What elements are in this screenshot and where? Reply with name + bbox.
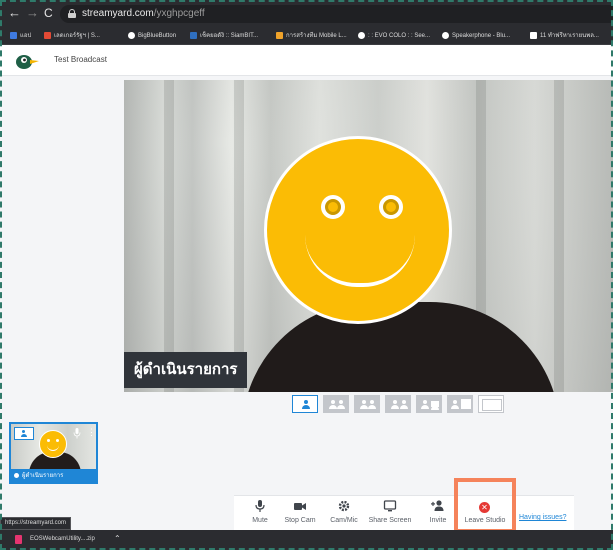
thumbnail-video: ⋮ bbox=[11, 424, 96, 469]
monitor-icon bbox=[383, 500, 397, 512]
status-link-preview: https://streamyard.com bbox=[0, 517, 72, 530]
leave-studio-button[interactable]: ✕ Leave Studio bbox=[454, 478, 516, 533]
globe-icon bbox=[128, 31, 135, 39]
bookmark-label: BigBlueButton bbox=[138, 33, 177, 39]
thumbnail-name-text: ผู้ดำเนินรายการ bbox=[22, 473, 64, 479]
person-icon bbox=[360, 400, 368, 409]
person-icon bbox=[368, 400, 376, 409]
streamyard-logo-icon[interactable] bbox=[14, 52, 40, 70]
url-host: streamyard.com bbox=[82, 8, 154, 19]
cam-mic-settings-button[interactable]: Cam/Mic bbox=[320, 498, 368, 528]
url-text: streamyard.com/yxghpcgeff bbox=[82, 8, 205, 19]
thumbnail-name-label: ผู้ดำเนินรายการ bbox=[11, 470, 96, 482]
person-icon bbox=[391, 400, 399, 409]
smiley-left-eye bbox=[321, 195, 345, 219]
bookmark-7[interactable]: 11 ทำฟรีหาเรายนพล... bbox=[530, 30, 599, 42]
person-icon bbox=[21, 430, 27, 437]
globe-icon bbox=[358, 31, 365, 39]
bookmark-5[interactable]: : : EVO COLO : : See... bbox=[358, 30, 430, 42]
share-screen-button[interactable]: Share Screen bbox=[366, 498, 414, 528]
smiley-right-eye bbox=[379, 195, 403, 219]
layout-thin-button[interactable] bbox=[385, 395, 411, 413]
bookmark-favicon-icon bbox=[44, 31, 51, 39]
mic-icon bbox=[255, 500, 265, 512]
layout-leader-button[interactable] bbox=[354, 395, 380, 413]
layout-solo-button[interactable] bbox=[292, 395, 318, 413]
layout-picture-in-picture-button[interactable] bbox=[416, 395, 442, 413]
address-bar[interactable]: streamyard.com/yxghpcgeff bbox=[60, 5, 613, 23]
leave-studio-label: Leave Studio bbox=[464, 517, 506, 524]
person-icon bbox=[451, 400, 459, 409]
url-path: /yxghpcgeff bbox=[153, 8, 205, 19]
back-arrow-icon[interactable]: ← bbox=[8, 6, 21, 20]
flag-icon bbox=[190, 31, 197, 39]
add-user-icon bbox=[431, 500, 444, 511]
mic-icon[interactable] bbox=[73, 428, 81, 439]
cam-mic-label: Cam/Mic bbox=[330, 517, 358, 524]
main-video-stage: ผู้ดำเนินรายการ bbox=[124, 80, 613, 392]
download-file-name[interactable]: EOSWebcamUtility....zip bbox=[30, 536, 95, 542]
bookmark-3[interactable]: เช็คยอดังิ :: SiamBIT... bbox=[190, 30, 258, 42]
forward-arrow-icon[interactable]: → bbox=[26, 6, 39, 20]
screen-icon bbox=[461, 399, 471, 409]
share-screen-label: Share Screen bbox=[368, 517, 412, 524]
bookmark-4[interactable]: การสร้างทีม Mobile L... bbox=[276, 30, 347, 42]
bookmark-2[interactable]: BigBlueButton bbox=[128, 30, 176, 42]
layout-side-by-side-button[interactable] bbox=[447, 395, 473, 413]
lock-icon bbox=[68, 9, 76, 18]
having-issues-link[interactable]: Having issues? bbox=[519, 514, 566, 521]
more-options-icon[interactable]: ⋮ bbox=[87, 427, 96, 437]
smiley-mouth bbox=[305, 235, 415, 287]
apps-grid-icon bbox=[10, 31, 17, 39]
person-icon bbox=[302, 400, 310, 409]
screen-icon bbox=[431, 401, 439, 410]
bookmark-1[interactable]: เลดเกอร์รัฐฯ | S... bbox=[44, 30, 100, 42]
globe-icon bbox=[442, 31, 449, 39]
camera-icon bbox=[294, 503, 306, 510]
layout-fullscreen-button[interactable] bbox=[478, 395, 504, 413]
browser-toolbar: ← → C streamyard.com/yxghpcgeff bbox=[0, 0, 613, 28]
bookmark-label: การสร้างทีม Mobile L... bbox=[286, 33, 347, 39]
bookmark-apps[interactable]: แอป bbox=[10, 30, 31, 42]
gear-icon bbox=[338, 500, 350, 512]
add-to-stage-button[interactable] bbox=[14, 427, 34, 440]
layout-group-button[interactable] bbox=[323, 395, 349, 413]
person-icon bbox=[329, 400, 337, 409]
person-icon bbox=[337, 400, 345, 409]
bookmark-favicon-icon bbox=[276, 31, 283, 39]
person-icon bbox=[400, 400, 408, 409]
download-bar: EOSWebcamUtility....zip ⌃ bbox=[0, 530, 613, 550]
chevron-up-icon[interactable]: ⌃ bbox=[114, 534, 121, 543]
smiley-face-icon bbox=[264, 136, 452, 324]
bookmark-favicon-icon bbox=[530, 31, 537, 39]
smiley-pupil bbox=[386, 202, 396, 212]
bookmark-label: Speakerphone - Blu... bbox=[452, 33, 511, 39]
participant-thumbnail[interactable]: ⋮ ผู้ดำเนินรายการ bbox=[9, 422, 98, 484]
person-icon bbox=[14, 472, 19, 478]
stage-name-badge: ผู้ดำเนินรายการ bbox=[124, 352, 248, 388]
bookmark-label: เลดเกอร์รัฐฯ | S... bbox=[54, 33, 100, 39]
bookmark-label: แอป bbox=[20, 33, 32, 39]
person-icon bbox=[421, 400, 429, 409]
smiley-face-icon bbox=[39, 430, 67, 458]
stop-cam-label: Stop Cam bbox=[284, 517, 316, 524]
close-circle-icon: ✕ bbox=[479, 502, 490, 513]
app-header: Test Broadcast bbox=[0, 45, 613, 76]
smiley-pupil bbox=[328, 202, 338, 212]
broadcast-title: Test Broadcast bbox=[54, 55, 107, 64]
bookmark-label: เช็คยอดังิ :: SiamBIT... bbox=[200, 33, 259, 39]
stop-cam-button[interactable]: Stop Cam bbox=[276, 498, 324, 528]
bookmark-label: : : EVO COLO : : See... bbox=[368, 33, 431, 39]
bookmark-label: 11 ทำฟรีหาเรายนพล... bbox=[540, 33, 599, 39]
screen-icon bbox=[482, 399, 502, 411]
studio-toolbar: Mute Stop Cam Cam/Mic Share Screen Invit… bbox=[234, 495, 574, 531]
reload-icon[interactable]: C bbox=[44, 6, 53, 20]
bookmarks-bar: แอป เลดเกอร์รัฐฯ | S... BigBlueButton เช… bbox=[0, 28, 613, 45]
bookmark-6[interactable]: Speakerphone - Blu... bbox=[442, 30, 510, 42]
zip-file-icon bbox=[14, 535, 24, 545]
